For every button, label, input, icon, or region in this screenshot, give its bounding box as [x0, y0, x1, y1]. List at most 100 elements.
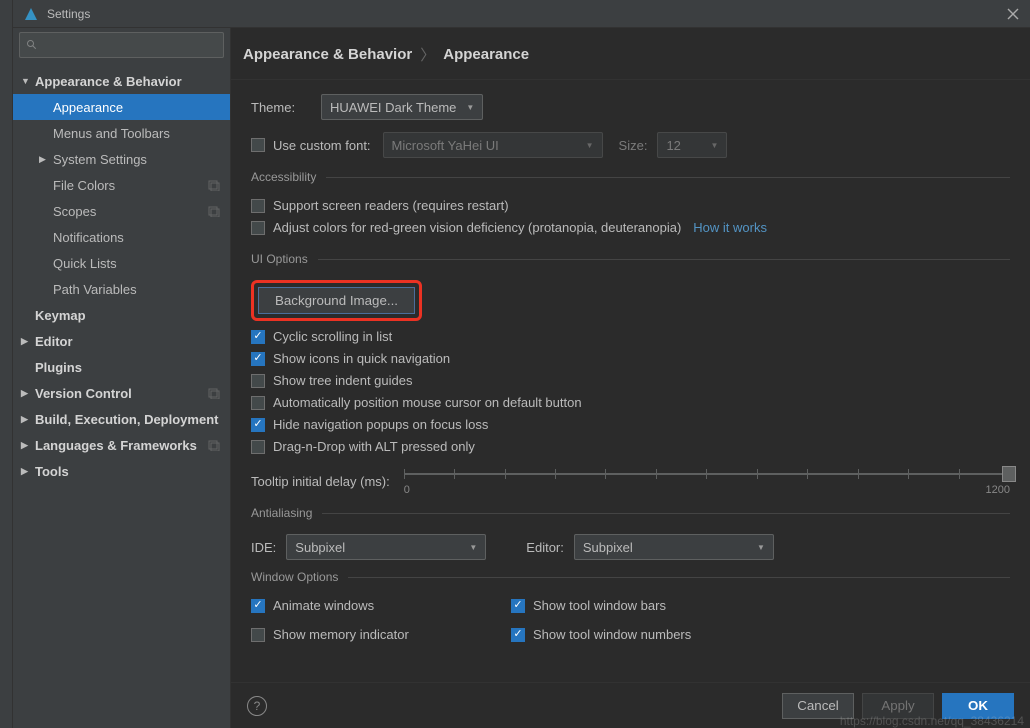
- tree-item[interactable]: ▼Appearance & Behavior: [13, 68, 230, 94]
- project-badge-icon: [208, 439, 220, 451]
- tree-item-label: System Settings: [53, 152, 147, 167]
- content-panel: Appearance & Behavior 〉 Appearance Theme…: [231, 28, 1030, 728]
- chevron-down-icon: ▼: [469, 543, 477, 552]
- memory-indicator-label: Show memory indicator: [273, 627, 409, 642]
- project-badge-icon: [208, 205, 220, 217]
- breadcrumb-sep: 〉: [420, 44, 435, 65]
- tree-item[interactable]: ▶ Editor: [13, 328, 230, 354]
- tree-item[interactable]: Appearance: [13, 94, 230, 120]
- cyclic-scroll-label: Cyclic scrolling in list: [273, 329, 392, 344]
- auto-mouse-checkbox[interactable]: [251, 396, 265, 410]
- tree-item[interactable]: ▶Tools: [13, 458, 230, 484]
- tool-bars-checkbox[interactable]: [511, 599, 525, 613]
- size-combo[interactable]: 12 ▼: [657, 132, 727, 158]
- tree-item-label: Keymap: [35, 308, 86, 323]
- screen-readers-label: Support screen readers (requires restart…: [273, 198, 509, 213]
- ok-button[interactable]: OK: [942, 693, 1014, 719]
- window-title: Settings: [47, 7, 1006, 21]
- drag-alt-label: Drag-n-Drop with ALT pressed only: [273, 439, 475, 454]
- custom-font-checkbox[interactable]: [251, 138, 265, 152]
- color-deficiency-checkbox[interactable]: [251, 221, 265, 235]
- cancel-button[interactable]: Cancel: [782, 693, 854, 719]
- memory-indicator-checkbox[interactable]: [251, 628, 265, 642]
- tree-item[interactable]: Notifications: [13, 224, 230, 250]
- chevron-down-icon: ▼: [757, 543, 765, 552]
- breadcrumb-leaf: Appearance: [443, 46, 529, 63]
- editor-aa-combo[interactable]: Subpixel▼: [574, 534, 774, 560]
- theme-label: Theme:: [251, 100, 321, 115]
- help-icon[interactable]: ?: [247, 696, 267, 716]
- apply-button[interactable]: Apply: [862, 693, 934, 719]
- cyclic-scroll-checkbox[interactable]: [251, 330, 265, 344]
- expand-arrow-icon: ▶: [21, 414, 31, 425]
- editor-gutter: [0, 0, 13, 728]
- project-badge-icon: [208, 387, 220, 399]
- animate-windows-label: Animate windows: [273, 598, 374, 613]
- tool-numbers-label: Show tool window numbers: [533, 627, 691, 642]
- project-badge-icon: [208, 179, 220, 191]
- tree-item[interactable]: ▶ System Settings: [13, 146, 230, 172]
- app-icon: [23, 6, 39, 22]
- theme-combo[interactable]: HUAWEI Dark Theme ▼: [321, 94, 483, 120]
- tree-item[interactable]: Keymap: [13, 302, 230, 328]
- highlight-annotation: Background Image...: [251, 280, 422, 321]
- tree-item[interactable]: ▶Version Control: [13, 380, 230, 406]
- tree-item-label: Scopes: [53, 204, 96, 219]
- section-title: Antialiasing: [251, 506, 322, 520]
- tree-item-label: Languages & Frameworks: [35, 438, 197, 453]
- tree-item-label: Version Control: [35, 386, 132, 401]
- tree-item[interactable]: Quick Lists: [13, 250, 230, 276]
- tree-item-label: Path Variables: [53, 282, 137, 297]
- section-title: Accessibility: [251, 170, 326, 184]
- tree-item[interactable]: File Colors: [13, 172, 230, 198]
- quick-nav-icons-checkbox[interactable]: [251, 352, 265, 366]
- footer: ? Cancel Apply OK: [231, 682, 1030, 728]
- expand-arrow-icon: ▶: [39, 154, 49, 165]
- titlebar: Settings: [13, 0, 1030, 28]
- tree-item-label: Build, Execution, Deployment: [35, 412, 218, 427]
- tree-item-label: Editor: [35, 334, 73, 349]
- tree-item[interactable]: ▶ Build, Execution, Deployment: [13, 406, 230, 432]
- tree-item[interactable]: Menus and Toolbars: [13, 120, 230, 146]
- color-deficiency-label: Adjust colors for red-green vision defic…: [273, 220, 681, 235]
- antialiasing-section: Antialiasing IDE: Subpixel▼ Editor: Subp…: [251, 506, 1010, 560]
- tree-item-label: Plugins: [35, 360, 82, 375]
- font-combo[interactable]: Microsoft YaHei UI ▼: [383, 132, 603, 158]
- tree-item[interactable]: ▶Languages & Frameworks: [13, 432, 230, 458]
- tree-item-label: Quick Lists: [53, 256, 117, 271]
- animate-windows-checkbox[interactable]: [251, 599, 265, 613]
- window-options-section: Window Options Animate windows Show tool…: [251, 570, 1010, 649]
- tree-item[interactable]: Path Variables: [13, 276, 230, 302]
- slider-thumb[interactable]: [1002, 466, 1016, 482]
- size-label: Size:: [619, 138, 648, 153]
- section-title: UI Options: [251, 252, 318, 266]
- drag-alt-checkbox[interactable]: [251, 440, 265, 454]
- breadcrumb: Appearance & Behavior 〉 Appearance: [231, 28, 1030, 80]
- tree-indent-label: Show tree indent guides: [273, 373, 412, 388]
- screen-readers-checkbox[interactable]: [251, 199, 265, 213]
- close-icon[interactable]: [1006, 7, 1020, 21]
- tree-item[interactable]: Plugins: [13, 354, 230, 380]
- how-it-works-link[interactable]: How it works: [693, 220, 767, 235]
- tree-item-label: Tools: [35, 464, 69, 479]
- auto-mouse-label: Automatically position mouse cursor on d…: [273, 395, 582, 410]
- chevron-down-icon: ▼: [466, 103, 474, 112]
- tree-item-label: File Colors: [53, 178, 115, 193]
- tree-item[interactable]: Scopes: [13, 198, 230, 224]
- background-image-button[interactable]: Background Image...: [258, 287, 415, 314]
- tooltip-delay-slider[interactable]: 01200: [404, 466, 1010, 496]
- ui-options-section: UI Options Background Image... Cyclic sc…: [251, 252, 1010, 496]
- settings-dialog: Settings ▼Appearance & BehaviorAppearanc…: [13, 0, 1030, 728]
- expand-arrow-icon: ▶: [21, 336, 31, 347]
- search-input[interactable]: [19, 32, 224, 58]
- tree-item-label: Menus and Toolbars: [53, 126, 170, 141]
- tool-numbers-checkbox[interactable]: [511, 628, 525, 642]
- tree-indent-checkbox[interactable]: [251, 374, 265, 388]
- ide-aa-combo[interactable]: Subpixel▼: [286, 534, 486, 560]
- sidebar: ▼Appearance & BehaviorAppearance Menus an…: [13, 28, 231, 728]
- hide-popups-label: Hide navigation popups on focus loss: [273, 417, 488, 432]
- hide-popups-checkbox[interactable]: [251, 418, 265, 432]
- breadcrumb-root: Appearance & Behavior: [243, 46, 412, 63]
- tool-bars-label: Show tool window bars: [533, 598, 666, 613]
- chevron-down-icon: ▼: [711, 141, 719, 150]
